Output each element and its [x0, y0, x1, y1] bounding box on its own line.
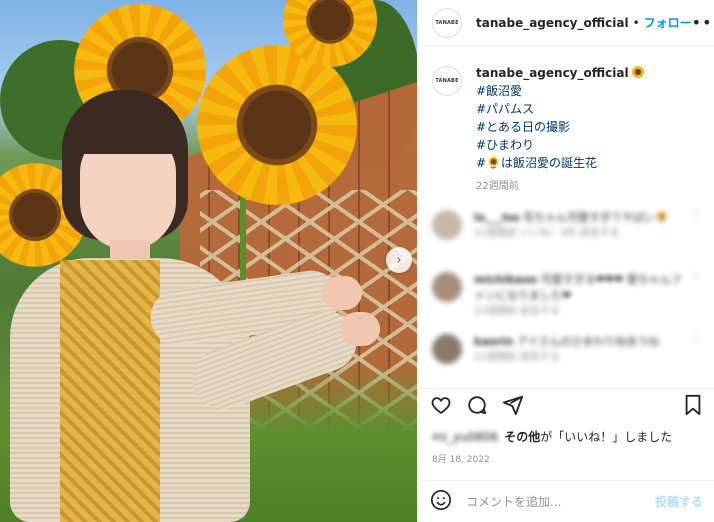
- comment-body: lo___lse 花ちゃん可愛すぎてやばい🌻 22週間前 いいね！4件 返信する: [474, 210, 685, 258]
- heart-icon[interactable]: ♡: [691, 334, 700, 382]
- liked-by-username[interactable]: mi_yu0806: [432, 430, 498, 444]
- carousel-next-button[interactable]: ›: [386, 247, 412, 273]
- comment-meta: 22週間前 いいね！4件 返信する: [474, 228, 620, 239]
- hashtag-link[interactable]: #飯沼愛: [476, 82, 644, 100]
- more-options-icon[interactable]: •••: [692, 13, 714, 32]
- comment-text: アイさんのひまわり似合うね: [516, 335, 660, 348]
- action-bar: [418, 388, 714, 420]
- avatar-logo-text: TANABE: [435, 78, 459, 84]
- comment-item: michikaoo 可愛すぎる❤❤❤ 愛ちゃんファンになりました❤ 22週間前 …: [432, 272, 700, 320]
- avatar[interactable]: TANABE: [432, 7, 462, 38]
- others-link[interactable]: その他: [504, 430, 540, 444]
- caption-timestamp: 22週間前: [476, 181, 519, 192]
- comment-username[interactable]: lo___lse: [474, 211, 520, 224]
- hashtag-link[interactable]: #ひまわり: [476, 136, 644, 154]
- post-date: 8月 18, 2022: [432, 455, 490, 465]
- hand: [340, 312, 380, 346]
- post-sidebar: TANABE tanabe_agency_official • フォロー •••…: [417, 0, 714, 522]
- comment-username[interactable]: kaorin: [474, 335, 513, 348]
- bookmark-icon[interactable]: [683, 394, 703, 416]
- avatar-logo-text: TANABE: [435, 19, 459, 26]
- comment-username[interactable]: michikaoo: [474, 273, 537, 286]
- hashtag-link[interactable]: #とある日の撮影: [476, 118, 644, 136]
- account-name[interactable]: tanabe_agency_official: [476, 16, 629, 30]
- post-photo[interactable]: ›: [0, 0, 417, 522]
- heart-icon[interactable]: ♡: [691, 210, 700, 258]
- follow-button[interactable]: フォロー: [644, 14, 692, 31]
- hashtag-link[interactable]: #🌻は飯沼愛の誕生花: [476, 154, 644, 172]
- add-comment-bar: 投稿する: [418, 480, 714, 522]
- comment-bubble-icon[interactable]: [466, 394, 488, 416]
- caption-username[interactable]: tanabe_agency_official: [476, 66, 629, 80]
- comment-item: kaorin アイさんのひまわり似合うね 22週間前 返信する ♡: [432, 334, 700, 382]
- hand: [322, 276, 362, 310]
- share-paper-plane-icon[interactable]: [502, 394, 524, 416]
- chevron-right-icon: ›: [396, 252, 402, 268]
- comment-input[interactable]: [466, 494, 655, 509]
- person: [0, 90, 380, 522]
- post-comment-button[interactable]: 投稿する: [655, 493, 703, 510]
- post-header: TANABE tanabe_agency_official • フォロー •••: [418, 0, 714, 46]
- emoji-smiley-icon[interactable]: [430, 489, 452, 515]
- like-heart-icon[interactable]: [430, 394, 452, 416]
- comment-meta: 22週間前 返信する: [474, 306, 560, 317]
- avatar[interactable]: [432, 334, 462, 364]
- heart-icon[interactable]: ♡: [691, 272, 700, 320]
- comment-text: 花ちゃん可愛すぎてやばい🌻: [523, 211, 669, 224]
- separator-dot: •: [632, 15, 640, 30]
- avatar[interactable]: [432, 210, 462, 240]
- caption: TANABE tanabe_agency_official #飯沼愛 #パパムス…: [418, 46, 714, 196]
- likes-summary: mi_yu0806 その他が「いいね！」しました: [432, 428, 672, 445]
- comment-item: lo___lse 花ちゃん可愛すぎてやばい🌻 22週間前 いいね！4件 返信する…: [432, 210, 700, 258]
- likes-text: が「いいね！」しました: [540, 430, 673, 444]
- comments-list: lo___lse 花ちゃん可愛すぎてやばい🌻 22週間前 いいね！4件 返信する…: [418, 196, 714, 394]
- sunflower-emoji-icon: [632, 66, 645, 78]
- comment-body: kaorin アイさんのひまわり似合うね 22週間前 返信する: [474, 334, 685, 382]
- comment-body: michikaoo 可愛すぎる❤❤❤ 愛ちゃんファンになりました❤ 22週間前 …: [474, 272, 685, 320]
- comment-meta: 22週間前 返信する: [474, 352, 560, 363]
- avatar[interactable]: TANABE: [432, 66, 462, 96]
- dress: [60, 260, 160, 522]
- avatar[interactable]: [432, 272, 462, 302]
- hashtag-link[interactable]: #パパムス: [476, 100, 644, 118]
- caption-body: tanabe_agency_official #飯沼愛 #パパムス #とある日の…: [476, 64, 645, 196]
